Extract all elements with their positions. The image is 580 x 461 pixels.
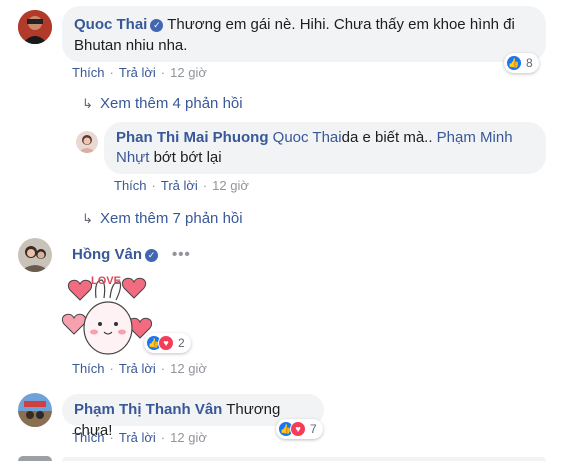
reply-actions: Thích · Trả lời · 12 giờ: [114, 178, 249, 193]
love-sticker: LOVE: [60, 268, 153, 360]
view-more-replies-label: Xem thêm 7 phản hồi: [100, 210, 243, 227]
reaction-summary[interactable]: 👍 ♥ 2: [144, 333, 191, 353]
reply-link[interactable]: Trả lời: [119, 361, 156, 376]
more-options-icon[interactable]: •••: [172, 246, 191, 263]
comment-time[interactable]: 12 giờ: [170, 361, 207, 376]
comment-author-line: Hồng Vân ✓ •••: [72, 246, 191, 263]
avatar-quoc-thai[interactable]: [18, 10, 52, 44]
like-link[interactable]: Thích: [72, 65, 105, 80]
love-reaction-icon: ♥: [290, 421, 306, 437]
reply-bubble: Phan Thi Mai Phuong Quoc Thaida e biết m…: [104, 122, 546, 174]
reply-arrow-icon: ↳: [82, 96, 93, 111]
view-more-replies-link[interactable]: ↳ Xem thêm 7 phản hồi: [82, 210, 243, 227]
profile-photo-icon: [76, 131, 98, 153]
comment-time[interactable]: 12 giờ: [212, 178, 249, 193]
avatar-hong-van[interactable]: [18, 238, 52, 272]
like-link[interactable]: Thích: [72, 361, 105, 376]
mention-quoc-thai[interactable]: Quoc Thai: [273, 129, 342, 146]
next-comment-avatar-partial[interactable]: [18, 456, 52, 461]
reaction-summary[interactable]: 👍 8: [504, 53, 539, 73]
profile-photo-icon: [18, 238, 52, 272]
mention-pham-minh-nhut[interactable]: Phạm Minh: [437, 129, 513, 146]
view-more-replies-label: Xem thêm 4 phản hồi: [100, 95, 243, 112]
like-reaction-icon: 👍: [506, 55, 522, 71]
reply-link[interactable]: Trả lời: [119, 65, 156, 80]
comment-text-continued: Bhutan nhiu nha.: [74, 37, 188, 54]
verified-badge-icon: ✓: [150, 19, 164, 32]
reply-link[interactable]: Trả lời: [161, 178, 198, 193]
reply-arrow-icon: ↳: [82, 211, 93, 226]
reply-author[interactable]: Phan Thi Mai Phuong: [116, 129, 269, 146]
reply-text-continued: bớt bớt lại: [153, 149, 222, 166]
sticker-love-text: LOVE: [91, 275, 121, 287]
next-comment-bubble-partial: [62, 457, 546, 461]
comment-actions: Thích · Trả lời · 12 giờ: [72, 430, 207, 445]
avatar-pham-thi-thanh-van[interactable]: [18, 393, 52, 427]
comment-text: Thương em gái nè. Hihi. Chưa thấy em kho…: [167, 16, 515, 33]
comment-time[interactable]: 12 giờ: [170, 65, 207, 80]
verified-badge-icon: ✓: [145, 249, 158, 262]
comment-author[interactable]: Quoc Thai: [74, 16, 147, 33]
comment-actions: Thích · Trả lời · 12 giờ: [72, 65, 207, 80]
like-link[interactable]: Thích: [114, 178, 147, 193]
like-link[interactable]: Thích: [72, 430, 105, 445]
reply-link[interactable]: Trả lời: [119, 430, 156, 445]
reply-text: da e biết mà..: [341, 129, 433, 146]
comment-time[interactable]: 12 giờ: [170, 430, 207, 445]
profile-photo-icon: [18, 393, 52, 427]
comment-bubble: Quoc Thai ✓ Thương em gái nè. Hihi. Chưa …: [62, 6, 546, 62]
reaction-summary[interactable]: 👍 ♥ 7: [276, 419, 323, 439]
avatar-phan-thi-mai-phuong[interactable]: [76, 131, 98, 153]
reaction-count: 8: [526, 56, 533, 70]
reaction-count: 7: [310, 422, 317, 436]
view-more-replies-link[interactable]: ↳ Xem thêm 4 phản hồi: [82, 95, 243, 112]
comment-author[interactable]: Phạm Thị Thanh Vân: [74, 401, 222, 418]
comment-author[interactable]: Hồng Vân: [72, 246, 142, 263]
reaction-count: 2: [178, 336, 185, 350]
profile-photo-icon: [18, 10, 52, 44]
love-reaction-icon: ♥: [158, 335, 174, 351]
mention-pham-minh-nhut-cont[interactable]: Nhựt: [116, 149, 149, 166]
comment-actions: Thích · Trả lời · 12 giờ: [72, 361, 207, 376]
